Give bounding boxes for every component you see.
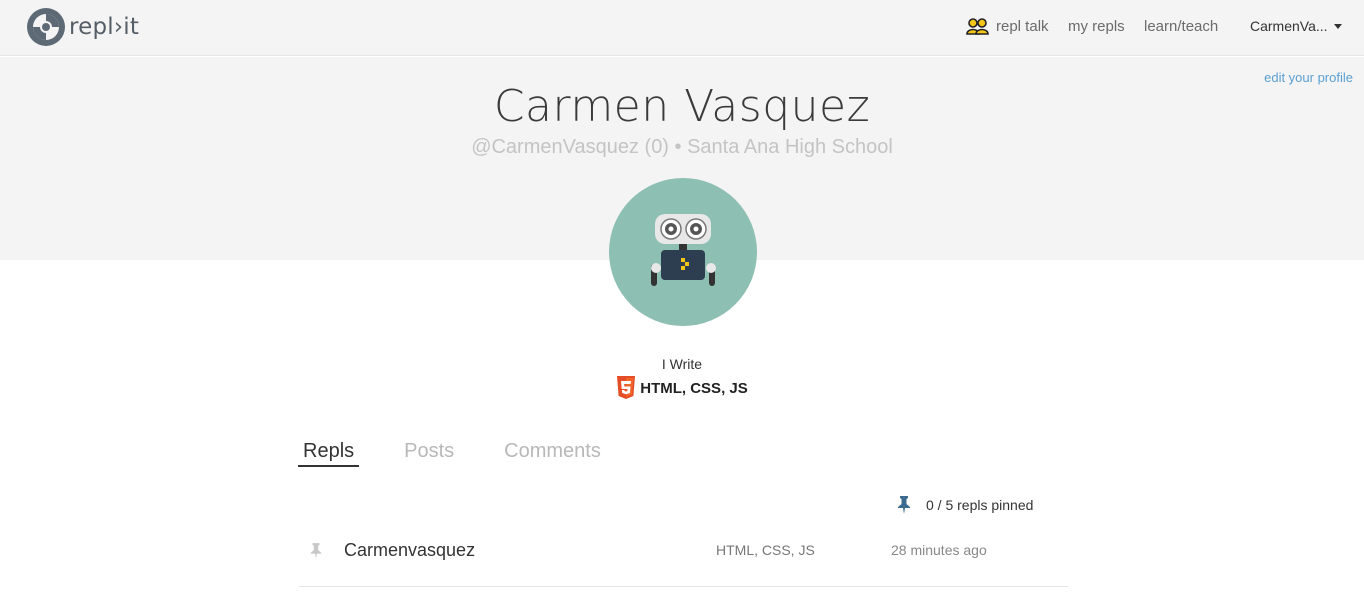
caret-down-icon bbox=[1333, 24, 1342, 29]
repl-language: HTML, CSS, JS bbox=[716, 542, 815, 558]
logo-text: repl›it bbox=[69, 14, 140, 40]
profile-tabs: Repls Posts Comments bbox=[298, 440, 646, 467]
repl-list-item[interactable]: Carmenvasquez HTML, CSS, JS 28 minutes a… bbox=[299, 525, 1068, 587]
pinned-count: 0 / 5 repls pinned bbox=[896, 496, 1033, 514]
profile-subtitle: @CarmenVasquez (0) • Santa Ana High Scho… bbox=[471, 136, 893, 158]
robot-avatar-icon bbox=[651, 214, 716, 286]
top-navbar: repl›it repl talk my repls learn/teach C… bbox=[0, 0, 1364, 56]
nav-learn-teach[interactable]: learn/teach bbox=[1144, 18, 1218, 35]
pin-icon bbox=[898, 496, 910, 514]
html5-icon bbox=[617, 376, 636, 399]
tab-comments[interactable]: Comments bbox=[499, 440, 606, 467]
languages-text: HTML, CSS, JS bbox=[640, 379, 748, 397]
tab-repls[interactable]: Repls bbox=[298, 440, 360, 467]
pin-icon[interactable] bbox=[309, 543, 323, 559]
i-write-label: I Write bbox=[661, 356, 703, 372]
nav-repl-talk-label: repl talk bbox=[996, 17, 1049, 35]
replit-logo[interactable]: repl›it bbox=[26, 7, 139, 47]
nav-my-repls[interactable]: my repls bbox=[1068, 18, 1125, 35]
user-menu-label: CarmenVa... bbox=[1250, 18, 1328, 34]
tab-posts[interactable]: Posts bbox=[399, 440, 459, 467]
profile-languages: HTML, CSS, JS bbox=[0, 376, 1364, 400]
repl-timestamp: 28 minutes ago bbox=[891, 542, 987, 558]
user-menu-dropdown[interactable]: CarmenVa... bbox=[1250, 18, 1342, 34]
repl-name-link[interactable]: Carmenvasquez bbox=[344, 540, 475, 561]
pinned-count-label: 0 / 5 repls pinned bbox=[926, 497, 1034, 513]
replit-logo-icon bbox=[27, 8, 65, 46]
users-icon bbox=[966, 18, 989, 35]
profile-name: Carmen Vasquez bbox=[493, 81, 871, 132]
nav-repl-talk[interactable]: repl talk bbox=[966, 17, 1049, 35]
avatar bbox=[609, 178, 757, 326]
